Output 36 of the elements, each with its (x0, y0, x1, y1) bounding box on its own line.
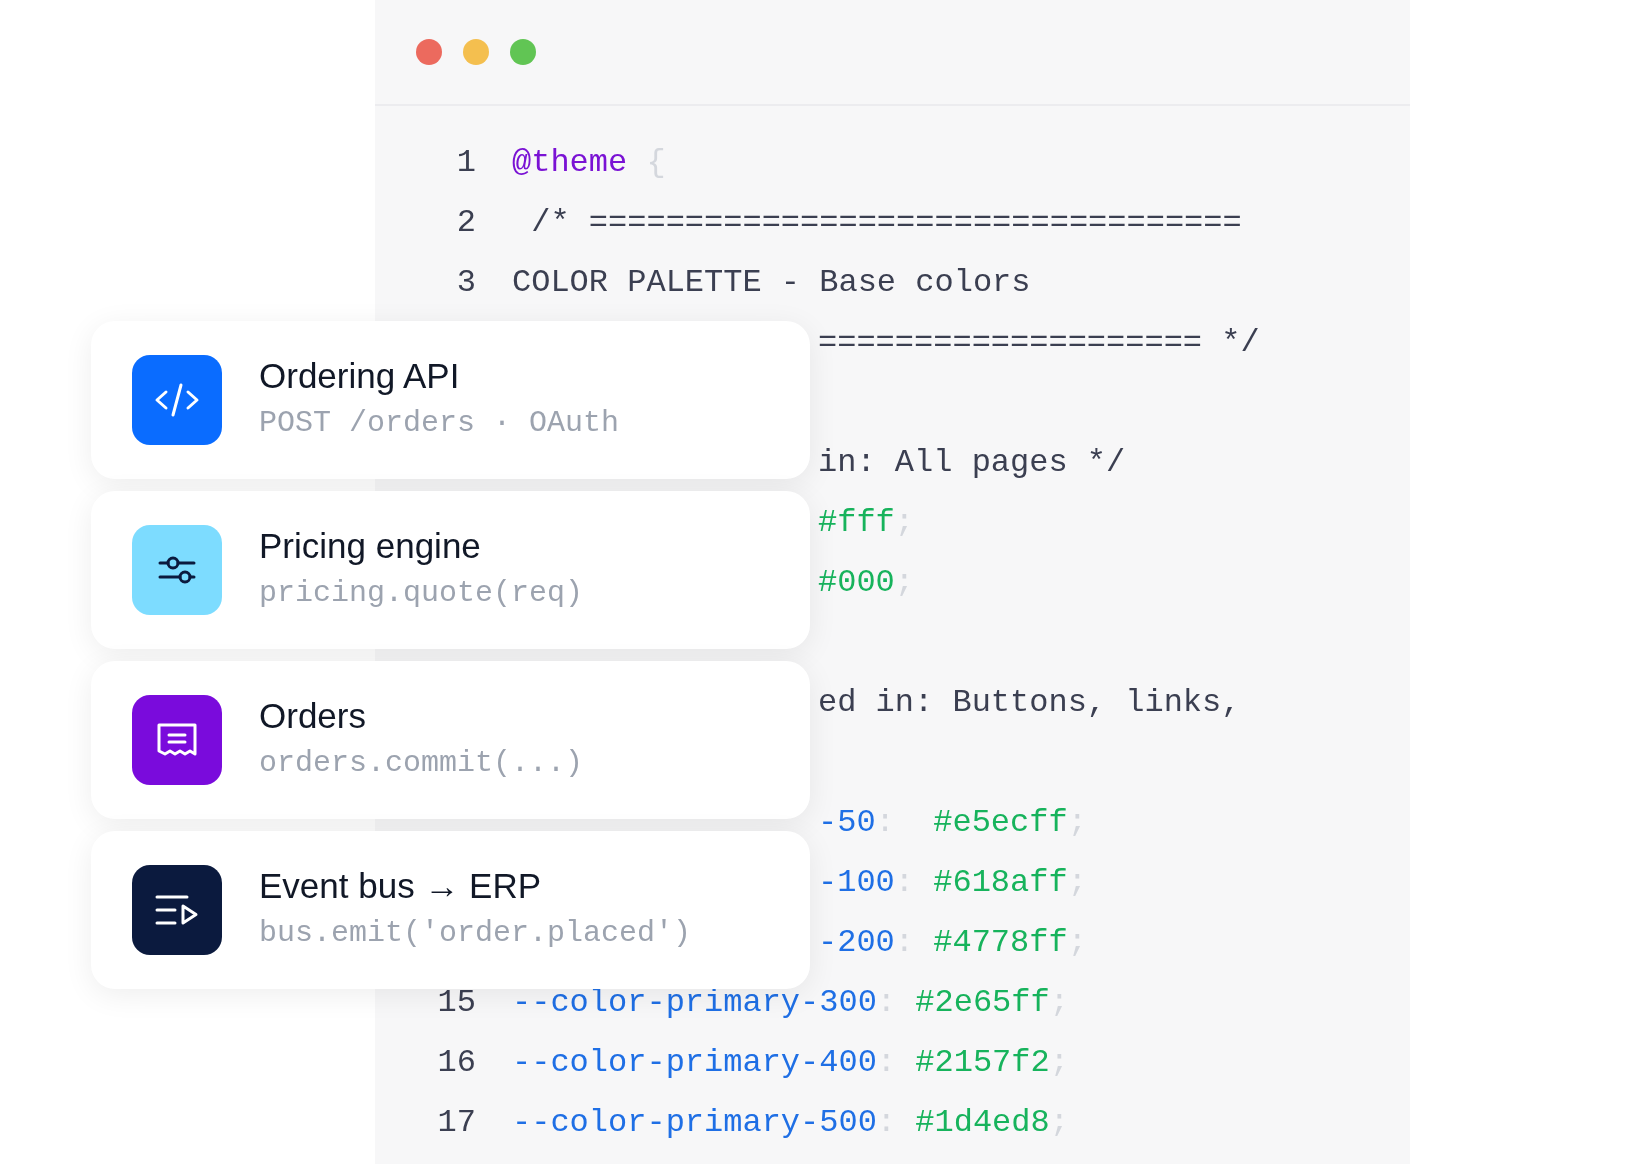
code-line: --color-primary-400: #2157f2; (512, 1043, 1069, 1083)
code-line: --color-primary-500: #1d4ed8; (512, 1103, 1069, 1143)
card-subtitle: orders.commit(...) (259, 745, 584, 783)
code-line: -100: #618aff; (818, 863, 1087, 903)
card-title: Pricing engine (259, 524, 482, 567)
line-number: 3 (455, 263, 476, 303)
code-line: #000; (818, 563, 914, 603)
service-card[interactable]: Event bus → ERP bus.emit('order.placed') (91, 831, 810, 989)
card-title: Orders (259, 694, 367, 737)
card-subtitle: POST /orders · OAuth (259, 405, 620, 443)
code-line: ==================== */ (818, 323, 1260, 363)
service-card[interactable]: Orders orders.commit(...) (91, 661, 810, 819)
code-line: COLOR PALETTE - Base colors (512, 263, 1031, 303)
code-line: #fff; (818, 503, 914, 543)
card-subtitle: pricing.quote(req) (259, 575, 584, 613)
card-title: Ordering API (259, 354, 461, 397)
sliders-icon (158, 555, 196, 585)
code-line: in: All pages */ (818, 443, 1126, 483)
service-card[interactable]: Ordering API POST /orders · OAuth (91, 321, 810, 479)
receipt-icon (156, 722, 198, 758)
code-line: /* ================================== (530, 203, 1242, 243)
line-number: 17 (436, 1103, 476, 1143)
service-card[interactable]: Pricing engine pricing.quote(req) (91, 491, 810, 649)
line-number: 1 (455, 143, 476, 183)
list-play-icon (155, 894, 199, 926)
card-subtitle: bus.emit('order.placed') (259, 915, 692, 953)
code-line: ed in: Buttons, links, (818, 683, 1241, 723)
line-number: 16 (436, 1043, 476, 1083)
window-control[interactable] (463, 39, 489, 65)
window-control[interactable] (510, 39, 536, 65)
window-control[interactable] (416, 39, 442, 65)
code-line: -50: #e5ecff; (818, 803, 1087, 843)
line-number: 2 (455, 203, 476, 243)
code-line: @theme { (512, 143, 666, 183)
code-line: -200: #4778ff; (818, 923, 1087, 963)
card-title: Event bus → ERP (259, 864, 543, 907)
